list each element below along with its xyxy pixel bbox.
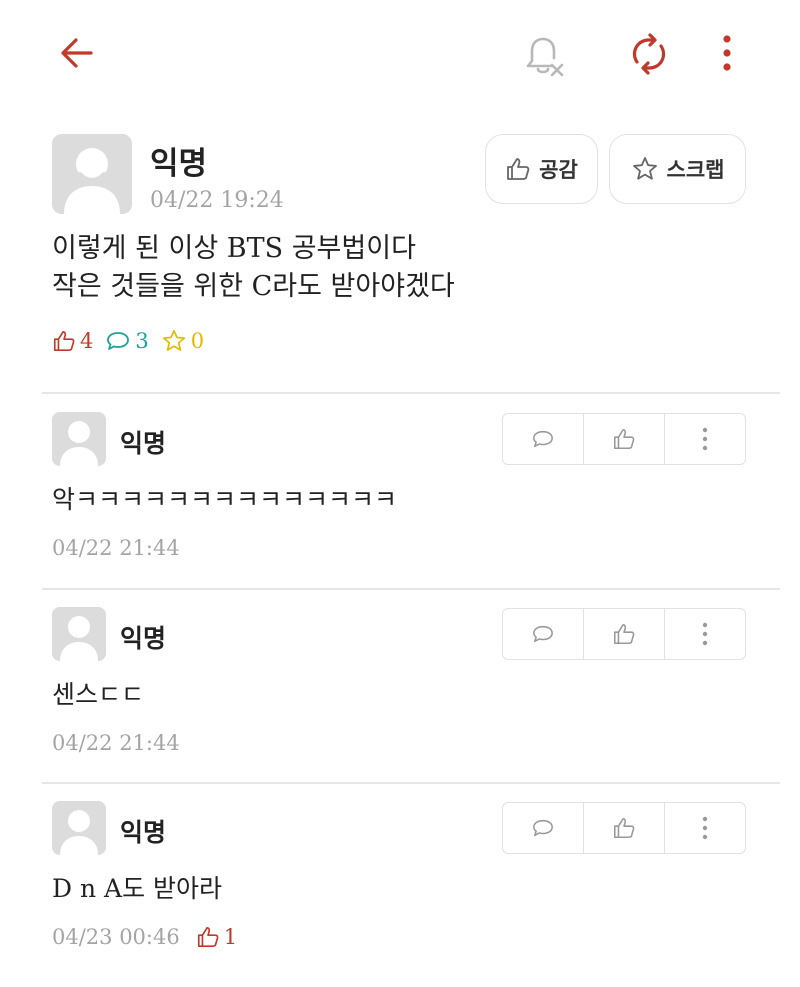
divider	[42, 588, 780, 590]
post-body-line: 이렇게 된 이상 BTS 공부법이다	[52, 233, 416, 264]
comment-actions	[502, 413, 746, 465]
comment-like-count: 1	[196, 925, 237, 949]
reply-button[interactable]	[503, 414, 584, 464]
like-comment-button[interactable]	[584, 803, 665, 853]
comment-actions	[502, 608, 746, 660]
post-stats: 4 3 0	[52, 326, 216, 356]
scrap-button-label: 스크랩	[666, 158, 725, 182]
thumbs-up-icon	[53, 330, 75, 352]
comment-time: 04/22 21:44	[52, 731, 180, 755]
comment-time-value: 04/23 00:46	[52, 925, 180, 949]
comment-like-value: 1	[223, 925, 238, 949]
comment-time-value: 04/22 21:44	[52, 536, 180, 560]
like-count: 4	[52, 329, 93, 353]
more-button[interactable]	[712, 28, 742, 78]
thumbs-up-icon	[613, 623, 635, 645]
comment-more-button[interactable]	[665, 414, 745, 464]
thumbs-up-icon	[613, 428, 635, 450]
post-time: 04/22 19:24	[150, 188, 284, 213]
default-profile-icon	[52, 412, 106, 466]
comment-actions	[502, 802, 746, 854]
scrap-count-value: 0	[190, 329, 205, 353]
avatar	[52, 412, 106, 466]
default-profile-icon	[52, 134, 132, 214]
thumbs-up-icon	[197, 926, 219, 948]
star-icon	[632, 157, 657, 180]
thumbs-up-icon	[613, 817, 635, 839]
comment-text: 센스ㄷㄷ	[52, 680, 145, 709]
comment-bubble-icon	[533, 430, 553, 448]
avatar	[52, 134, 132, 214]
divider	[42, 392, 780, 394]
star-icon	[162, 329, 185, 351]
post-author: 익명	[150, 146, 208, 182]
comment-count: 3	[105, 329, 149, 353]
scrap-post-button[interactable]: 스크랩	[609, 134, 746, 204]
scrap-count: 0	[161, 328, 204, 354]
comment-bubble-icon	[107, 332, 130, 350]
comment-author: 익명	[120, 624, 167, 653]
like-comment-button[interactable]	[584, 414, 665, 464]
thumbs-up-icon	[507, 158, 530, 180]
comment-more-button[interactable]	[665, 803, 745, 853]
comment-time: 04/22 21:44	[52, 536, 180, 560]
back-button[interactable]	[52, 28, 102, 78]
more-vertical-icon	[702, 427, 708, 451]
more-vertical-icon	[723, 35, 731, 71]
post-body: 이렇게 된 이상 BTS 공부법이다 작은 것들을 위한 C라도 받아야겠다	[52, 230, 455, 306]
default-profile-icon	[52, 801, 106, 855]
comment-bubble-icon	[533, 819, 553, 837]
refresh-icon	[632, 33, 666, 75]
comment-bubble-icon	[533, 625, 553, 643]
reply-button[interactable]	[503, 609, 584, 659]
like-post-button[interactable]: 공감	[485, 134, 598, 204]
comment-text: 악ㅋㅋㅋㅋㅋㅋㅋㅋㅋㅋㅋㅋㅋㅋ	[52, 485, 398, 514]
post-body-line: 작은 것들을 위한 C라도 받아야겠다	[52, 271, 455, 302]
avatar	[52, 607, 106, 661]
default-profile-icon	[52, 607, 106, 661]
comment-time: 04/23 00:46 1	[52, 925, 237, 949]
arrow-left-icon	[61, 38, 93, 68]
comment-more-button[interactable]	[665, 609, 745, 659]
like-count-value: 4	[80, 329, 94, 353]
comment-author: 익명	[120, 429, 167, 458]
comment-text: D n A도 받아라	[52, 874, 223, 903]
reply-button[interactable]	[503, 803, 584, 853]
bell-off-icon	[526, 37, 563, 76]
comment-time-value: 04/22 21:44	[52, 731, 180, 755]
top-bar	[0, 0, 800, 110]
more-vertical-icon	[702, 622, 708, 646]
divider	[42, 782, 780, 784]
refresh-button[interactable]	[624, 28, 674, 80]
like-button-label: 공감	[539, 158, 578, 182]
avatar	[52, 801, 106, 855]
comment-author: 익명	[120, 818, 167, 847]
comment-count-value: 3	[135, 329, 149, 353]
like-comment-button[interactable]	[584, 609, 665, 659]
notification-button[interactable]	[515, 28, 570, 83]
more-vertical-icon	[702, 816, 708, 840]
